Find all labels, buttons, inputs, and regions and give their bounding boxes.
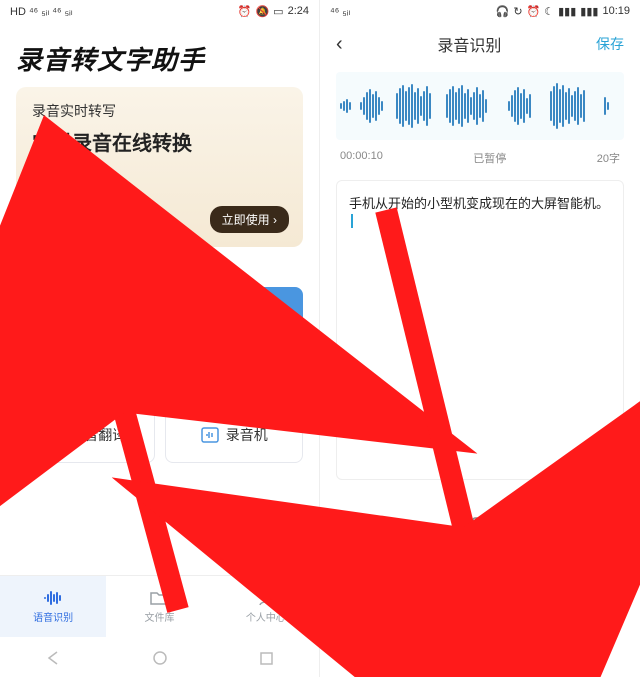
copy-action-icon <box>470 515 490 537</box>
nav-home-icon[interactable] <box>152 650 168 666</box>
wave-icon <box>43 590 63 606</box>
record-button-wrap: 继续录音 <box>442 555 518 641</box>
folder-icon <box>150 590 168 606</box>
person-icon <box>258 590 274 606</box>
record-label: 继续录音 <box>458 619 502 635</box>
feature-cards: T 录音实时转写 导入外部音频 <box>0 287 319 395</box>
sync-icon: ↻ <box>513 5 522 18</box>
nav-back-icon[interactable] <box>45 650 61 666</box>
banner-cta-button[interactable]: 立即使用 › <box>210 206 289 233</box>
record-header: ‹ 录音识别 保存 <box>320 22 640 66</box>
waveform[interactable] <box>336 72 624 140</box>
translate-action-icon <box>372 515 394 537</box>
status-left: HD ⁴⁶ ₅ᵢₗ ⁴⁶ ₅ᵢₗ <box>10 5 73 18</box>
act-a-label: 翻译 <box>372 541 394 557</box>
alarm-icon: ⏰ <box>238 5 252 18</box>
tab-files[interactable]: 文件库 <box>106 576 212 637</box>
save-button[interactable]: 保存 <box>596 34 624 54</box>
battery-icon: ▭ <box>273 5 283 18</box>
banner-sub3: 多国语言一键翻译 <box>32 185 287 201</box>
moon-icon: ☾ <box>544 5 554 18</box>
banner-dots <box>0 255 319 273</box>
word-count: 20字 <box>597 150 620 166</box>
play-icon <box>475 578 489 594</box>
status-time: 2:24 <box>288 5 309 17</box>
card2-label: 导入外部音频 <box>192 351 276 371</box>
header-title: 录音识别 <box>437 32 501 56</box>
row2a-label: 语音翻译 <box>70 425 126 445</box>
action-row: 翻译 复制 导出 <box>320 515 640 557</box>
recorder-icon <box>200 425 220 445</box>
app-title: 录音转文字助手 <box>0 22 319 87</box>
right-phone: ⁴⁶ ₅ᵢₗ 🎧 ↻ ⏰ ☾ ▮▮▮ ▮▮▮ 10:19 ‹ 录音识别 保存 0… <box>320 0 640 677</box>
svg-text:A: A <box>57 436 62 443</box>
status-time-r: 10:19 <box>602 5 630 17</box>
banner-card[interactable]: 录音实时转写 实时录音在线转换 语音翻译 多国语言一键翻译 立即使用 › <box>16 87 303 247</box>
tab1-label: 语音识别 <box>33 609 73 624</box>
secondary-cards: 中A 语音翻译 录音机 <box>0 395 319 475</box>
card-recorder[interactable]: 录音机 <box>165 407 304 463</box>
tab-profile[interactable]: 个人中心 <box>213 576 319 637</box>
battery-icon: ▮▮▮ <box>580 5 598 18</box>
back-button[interactable]: ‹ <box>336 33 343 56</box>
card-import-audio[interactable]: 导入外部音频 <box>165 287 304 395</box>
status-left-r: ⁴⁶ ₅ᵢₗ <box>330 5 350 18</box>
wifi-icon: ▮▮▮ <box>558 5 576 18</box>
tab-bar: 语音识别 文件库 个人中心 <box>0 575 319 637</box>
text-frame-icon: T <box>65 311 105 341</box>
status-right-r: 🎧 ↻ ⏰ ☾ ▮▮▮ ▮▮▮ 10:19 <box>496 5 630 18</box>
tab3-label: 个人中心 <box>246 609 286 624</box>
status-bar: HD ⁴⁶ ₅ᵢₗ ⁴⁶ ₅ᵢₗ ⏰ 🔕 ▭ 2:24 <box>0 0 319 22</box>
tab2-label: 文件库 <box>144 609 174 624</box>
banner-sub1: 录音实时转写 <box>32 101 287 121</box>
transcript-box[interactable]: 手机从开始的小型机变成现在的大屏智能机。 <box>336 180 624 480</box>
alarm-icon: ⏰ <box>527 5 541 18</box>
svg-text:T: T <box>81 318 90 334</box>
nav-recent-icon[interactable] <box>259 651 274 666</box>
act-c-label: 导出 <box>566 540 588 556</box>
elapsed-time: 00:00:10 <box>340 150 383 166</box>
language-selector[interactable]: 普通话 ▾ <box>340 610 409 637</box>
transcript-text: 手机从开始的小型机变成现在的大屏智能机。 <box>349 196 609 227</box>
import-audio-icon <box>217 311 251 341</box>
export-action-icon <box>567 516 587 536</box>
translate-icon: 中A <box>44 425 64 445</box>
card1-label: 录音实时转写 <box>43 351 127 371</box>
card-voice-translate[interactable]: 中A 语音翻译 <box>16 407 155 463</box>
record-state: 已暂停 <box>473 150 506 166</box>
action-export[interactable]: 导出 <box>547 516 607 556</box>
card-realtime-transcribe[interactable]: T 录音实时转写 <box>16 287 155 395</box>
headphone-icon: 🎧 <box>496 5 510 18</box>
continue-record-button[interactable] <box>453 559 507 613</box>
action-copy[interactable]: 复制 <box>450 515 510 557</box>
action-translate[interactable]: 翻译 <box>353 515 413 557</box>
banner-sub2: 语音翻译 <box>32 164 287 183</box>
status-bar-r: ⁴⁶ ₅ᵢₗ 🎧 ↻ ⏰ ☾ ▮▮▮ ▮▮▮ 10:19 <box>320 0 640 22</box>
left-phone: HD ⁴⁶ ₅ᵢₗ ⁴⁶ ₅ᵢₗ ⏰ 🔕 ▭ 2:24 录音转文字助手 录音实时… <box>0 0 320 677</box>
mute-icon: 🔕 <box>255 5 269 18</box>
banner-main: 实时录音在线转换 <box>32 127 287 156</box>
banner-wave-icon <box>32 211 172 241</box>
status-right: ⏰ 🔕 ▭ 2:24 <box>238 5 309 18</box>
tab-voice-recognition[interactable]: 语音识别 <box>0 576 106 637</box>
record-info: 00:00:10 已暂停 20字 <box>320 140 640 176</box>
row2b-label: 录音机 <box>226 425 268 445</box>
android-nav <box>0 639 319 677</box>
